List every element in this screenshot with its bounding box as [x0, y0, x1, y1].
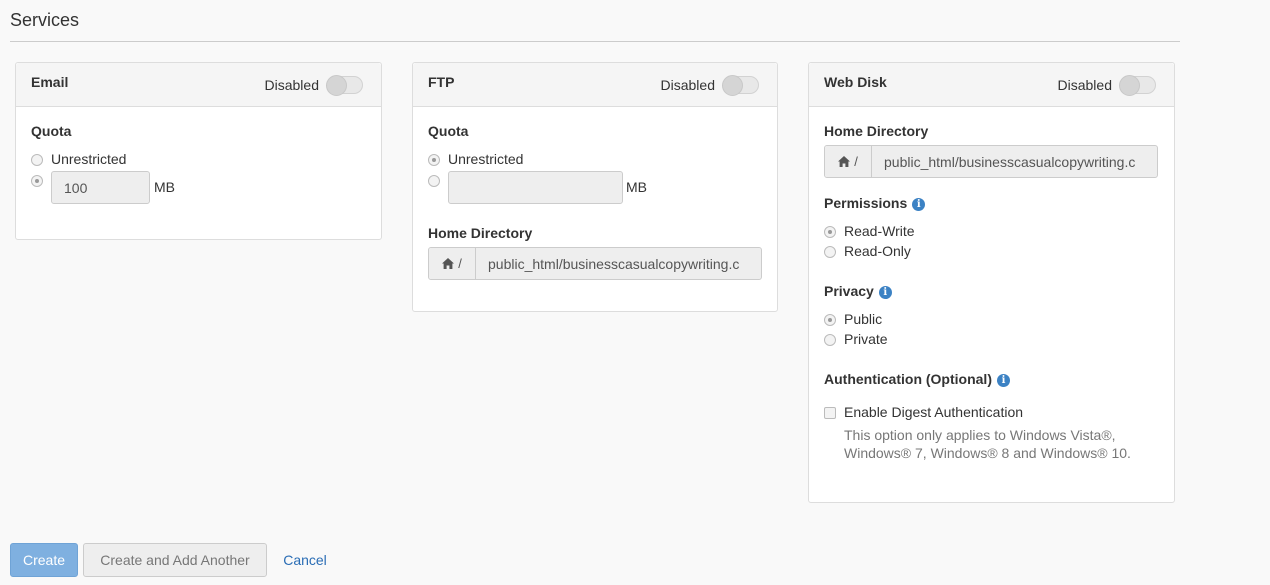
toggle-knob [1119, 75, 1140, 96]
permission-read-write-radio[interactable] [824, 226, 836, 238]
toggle-knob [326, 75, 347, 96]
ftp-home-addon: / [429, 248, 476, 279]
privacy-label-row: Privacy i [824, 283, 892, 299]
ftp-quota-label: Quota [428, 123, 469, 139]
auth-label-row: Authentication (Optional) i [824, 371, 1010, 387]
permission-read-write-label: Read-Write [844, 223, 915, 239]
ftp-home-directory-field[interactable]: / public_html/businesscasualcopywriting.… [428, 247, 762, 280]
digest-auth-label: Enable Digest Authentication [844, 404, 1024, 420]
privacy-private-radio[interactable] [824, 334, 836, 346]
webdisk-toggle[interactable] [1119, 75, 1156, 96]
home-icon [442, 258, 455, 269]
email-toggle[interactable] [326, 75, 363, 96]
cancel-link[interactable]: Cancel [276, 543, 334, 577]
info-icon[interactable]: i [912, 198, 926, 211]
ftp-home-value: public_html/businesscasualcopywriting.c [488, 255, 740, 272]
ftp-panel-title: FTP [428, 74, 455, 90]
webdisk-home-prefix: / [854, 154, 858, 169]
email-quota-unit: MB [154, 179, 175, 195]
ftp-toggle-label: Disabled [660, 77, 715, 93]
home-icon [838, 156, 851, 167]
ftp-home-prefix: / [458, 256, 462, 271]
ftp-panel: FTP Disabled Quota Unrestricted MB Home … [412, 62, 778, 312]
section-divider [10, 41, 1180, 42]
email-quota-input[interactable]: 100 [51, 171, 150, 204]
auth-label: Authentication (Optional) [824, 371, 992, 387]
email-quota-label: Quota [31, 123, 72, 139]
ftp-panel-header: FTP Disabled [413, 63, 777, 107]
email-unrestricted-label: Unrestricted [51, 151, 127, 167]
email-toggle-label: Disabled [264, 77, 319, 93]
privacy-public-label: Public [844, 311, 883, 327]
digest-help-line-1: This option only applies to Windows Vist… [844, 427, 1116, 443]
privacy-label: Privacy [824, 283, 874, 299]
permissions-label: Permissions [824, 195, 908, 211]
ftp-toggle-group: Disabled [660, 75, 759, 96]
ftp-quota-radio[interactable] [428, 175, 440, 187]
create-and-add-another-button[interactable]: Create and Add Another [83, 543, 267, 577]
ftp-home-label: Home Directory [428, 225, 533, 241]
ftp-toggle[interactable] [722, 75, 759, 96]
ftp-quota-unit: MB [626, 179, 647, 195]
webdisk-home-directory-field[interactable]: / public_html/businesscasualcopywriting.… [824, 145, 1158, 178]
ftp-unrestricted-label: Unrestricted [448, 151, 524, 167]
info-icon[interactable]: i [996, 374, 1010, 387]
ftp-quota-input[interactable] [448, 171, 623, 204]
webdisk-toggle-label: Disabled [1057, 77, 1112, 93]
permissions-label-row: Permissions i [824, 195, 926, 211]
email-panel: Email Disabled Quota Unrestricted 100 MB [15, 62, 382, 240]
email-panel-header: Email Disabled [16, 63, 381, 107]
permission-read-only-label: Read-Only [844, 243, 911, 259]
create-button[interactable]: Create [10, 543, 78, 577]
email-toggle-group: Disabled [264, 75, 363, 96]
section-title: Services [10, 10, 80, 30]
webdisk-home-label: Home Directory [824, 123, 929, 139]
digest-auth-checkbox[interactable] [824, 407, 836, 419]
digest-help-line-2: Windows® 7, Windows® 8 and Windows® 10. [844, 445, 1131, 461]
webdisk-panel-header: Web Disk Disabled [809, 63, 1174, 107]
webdisk-panel: Web Disk Disabled Home Directory / publi… [808, 62, 1175, 503]
email-panel-title: Email [31, 74, 69, 90]
webdisk-panel-title: Web Disk [824, 74, 887, 90]
ftp-unrestricted-radio[interactable] [428, 154, 440, 166]
email-quota-radio[interactable] [31, 175, 43, 187]
permission-read-only-radio[interactable] [824, 246, 836, 258]
privacy-public-radio[interactable] [824, 314, 836, 326]
info-icon[interactable]: i [878, 286, 892, 299]
webdisk-home-addon: / [825, 146, 872, 177]
privacy-private-label: Private [844, 331, 888, 347]
toggle-knob [722, 75, 743, 96]
webdisk-toggle-group: Disabled [1057, 75, 1156, 96]
email-unrestricted-radio[interactable] [31, 154, 43, 166]
webdisk-home-value: public_html/businesscasualcopywriting.c [884, 153, 1136, 170]
